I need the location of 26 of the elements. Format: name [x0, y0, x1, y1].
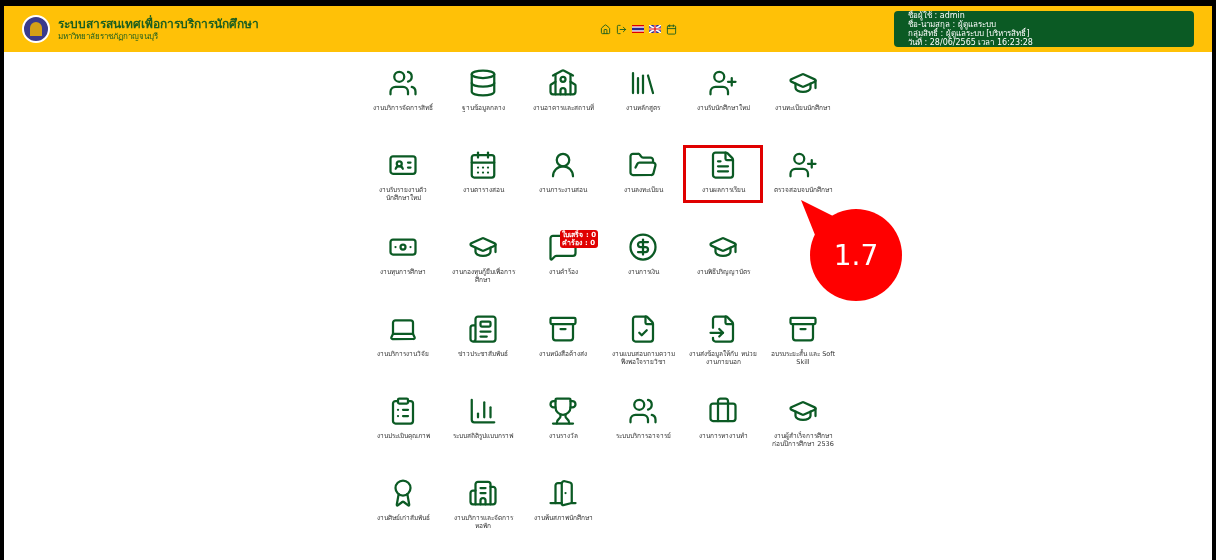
- home-icon[interactable]: [599, 23, 611, 35]
- building-icon: [468, 478, 498, 508]
- app-title: ระบบสารสนเทศเพื่อการบริการนักศึกษา: [58, 16, 259, 32]
- inbox-tray-icon: [788, 314, 818, 344]
- user-plus-icon: [788, 150, 818, 180]
- uk-flag-icon[interactable]: [648, 25, 661, 33]
- bar-chart-icon: [468, 396, 498, 426]
- person-door-icon: [548, 478, 578, 508]
- school-building-icon: [548, 68, 578, 98]
- newspaper-icon: [468, 314, 498, 344]
- user-info-line: กลุ่มสิทธิ์ : ผู้ดูแลระบบ [บริหารสิทธิ์]: [908, 29, 1030, 38]
- callout-label: 1.7: [833, 239, 879, 272]
- trophy-icon: [548, 396, 578, 426]
- calendar-icon[interactable]: [665, 23, 677, 35]
- user-info-line: วันที่ : 28/06/2565 เวลา 16:23:28: [908, 38, 1034, 47]
- coin-icon: [628, 232, 658, 262]
- database-icon: [468, 68, 498, 98]
- user-plus-icon: [708, 68, 738, 98]
- logout-icon[interactable]: [615, 23, 627, 35]
- user-info-line: ชื่อผู้ใช้ : admin: [908, 11, 965, 20]
- inbox-tray-icon: [548, 314, 578, 344]
- user-info-line: ชื่อ-นามสกุล : ผู้ดูแลระบบ: [908, 20, 996, 29]
- university-name: มหาวิทยาลัยราชภัฏกาญจนบุรี: [58, 31, 159, 42]
- thai-flag-icon[interactable]: [631, 25, 644, 33]
- university-logo-icon: [22, 15, 50, 43]
- calendar-icon: [468, 150, 498, 180]
